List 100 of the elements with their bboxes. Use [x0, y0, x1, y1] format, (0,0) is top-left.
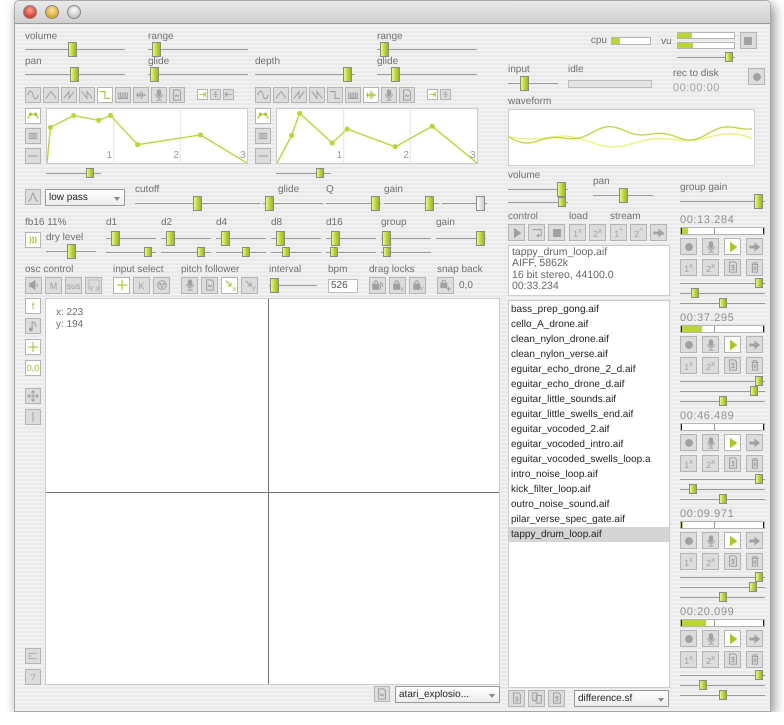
arrow-button[interactable]	[746, 532, 763, 549]
slider-thumb[interactable]	[755, 670, 764, 680]
slider-thumb[interactable]	[718, 396, 726, 406]
slider-thumb[interactable]	[750, 386, 758, 396]
load-button[interactable]: 2$^{x}$	[702, 454, 719, 472]
slider[interactable]	[148, 67, 248, 82]
slider-thumb[interactable]	[86, 168, 94, 178]
record-button[interactable]	[680, 630, 697, 647]
load-button[interactable]: 1$^{x}$	[680, 454, 697, 472]
load-button[interactable]: 1$^{x}$	[569, 224, 586, 241]
file-item[interactable]: clean_nylon_verse.aif	[509, 346, 669, 362]
play-button[interactable]	[724, 434, 741, 451]
microphone-button[interactable]	[151, 87, 167, 103]
preset-dropdown[interactable]: difference.sf	[574, 690, 669, 706]
slider-thumb[interactable]	[70, 67, 79, 82]
slider-thumb[interactable]	[270, 278, 280, 293]
slider[interactable]	[680, 474, 765, 484]
trash-button[interactable]	[746, 258, 763, 276]
bpm-field[interactable]: 526	[328, 278, 358, 292]
mode-button[interactable]: sus	[65, 277, 82, 294]
slider-thumb[interactable]	[718, 298, 726, 308]
slider-thumb[interactable]	[755, 278, 764, 288]
document-squiggle-button[interactable]	[724, 454, 741, 472]
stop-button[interactable]	[740, 32, 757, 49]
slider[interactable]	[381, 231, 431, 246]
slider-thumb[interactable]	[276, 231, 285, 246]
slider-thumb[interactable]	[557, 182, 566, 197]
envelope-button[interactable]	[255, 108, 271, 124]
slider-thumb[interactable]	[343, 67, 352, 82]
play-button[interactable]	[724, 336, 741, 353]
dashed-lines-button[interactable]	[25, 648, 41, 664]
slider-thumb[interactable]	[618, 188, 628, 203]
file-item[interactable]: eguitar_echo_drone_d.aif	[509, 376, 669, 392]
load-button[interactable]: 1$^{x}$	[680, 356, 697, 374]
stop-button[interactable]	[548, 224, 565, 241]
slider[interactable]	[680, 194, 765, 209]
slider[interactable]	[676, 52, 735, 62]
arrow-button[interactable]	[746, 630, 763, 647]
filter-curve-button[interactable]	[25, 189, 41, 205]
slider-thumb[interactable]	[150, 67, 159, 82]
file-item[interactable]: eguitar_vocoded_intro.aif	[509, 436, 669, 452]
record-button[interactable]	[680, 434, 697, 451]
file-item[interactable]: eguitar_little_swells_end.aif	[509, 406, 669, 422]
slider-thumb[interactable]	[196, 247, 205, 257]
xy-pad[interactable]: x: 223 y: 194	[45, 298, 500, 685]
slider-thumb[interactable]	[220, 231, 230, 246]
slider-thumb[interactable]	[754, 194, 764, 209]
square-wave-button[interactable]	[97, 87, 113, 103]
slider-thumb[interactable]	[755, 572, 764, 582]
document-button[interactable]	[201, 276, 218, 294]
slider-thumb[interactable]	[166, 231, 175, 246]
sine-wave-button[interactable]	[25, 87, 41, 103]
record-button[interactable]	[680, 532, 697, 549]
slider-thumb[interactable]	[558, 197, 566, 207]
microphone-button[interactable]	[702, 336, 719, 353]
arrow-button[interactable]	[746, 336, 763, 353]
slider-thumb[interactable]	[68, 42, 77, 57]
slider-thumb[interactable]	[144, 247, 152, 257]
trash-button[interactable]	[746, 356, 763, 374]
slider[interactable]	[263, 196, 323, 211]
slider-thumb[interactable]	[330, 247, 338, 257]
slider-thumb[interactable]	[316, 168, 324, 178]
preset-dropdown[interactable]: low pass	[45, 189, 125, 206]
trash-button[interactable]	[746, 650, 763, 668]
arrow-right-button[interactable]	[197, 89, 208, 100]
microphone-button[interactable]	[702, 532, 719, 549]
slider-thumb[interactable]	[382, 247, 391, 257]
file-item[interactable]: tappy_drum_loop.aif	[509, 526, 669, 542]
slider[interactable]	[680, 572, 765, 582]
triangle-wave-button[interactable]	[43, 87, 59, 103]
record-button[interactable]	[680, 238, 697, 255]
slider-thumb[interactable]	[755, 376, 764, 386]
file-item[interactable]: pilar_verse_spec_gate.aif	[509, 512, 669, 526]
envelope-button[interactable]	[25, 108, 41, 124]
mode-button[interactable]: K	[133, 277, 150, 294]
file-item[interactable]: kick_filter_loop.aif	[509, 482, 669, 496]
slider[interactable]	[508, 182, 568, 197]
file-item[interactable]: intro_noise_loop.aif	[509, 466, 669, 482]
minimize-button[interactable]	[45, 5, 59, 19]
file-item[interactable]: clean_nylon_drone.aif	[509, 332, 669, 346]
slider-thumb[interactable]	[380, 42, 389, 57]
arrow-button[interactable]	[746, 238, 763, 255]
play-button[interactable]	[724, 630, 741, 647]
slider-thumb[interactable]	[193, 196, 202, 211]
slider[interactable]	[436, 231, 486, 246]
sound-waves-button[interactable]	[25, 232, 41, 248]
slider-thumb[interactable]	[264, 196, 274, 211]
divide-button[interactable]	[210, 89, 221, 100]
microphone-button[interactable]	[702, 238, 719, 255]
loop-button[interactable]	[528, 224, 545, 241]
slider-thumb[interactable]	[476, 231, 485, 246]
load-button[interactable]: 2$^{x}$	[702, 650, 719, 668]
triangle-wave-button[interactable]	[273, 87, 289, 103]
trash-button[interactable]	[746, 454, 763, 472]
slider-thumb[interactable]	[725, 52, 734, 62]
slider-thumb[interactable]	[718, 690, 726, 700]
load-button[interactable]: 1$^{^}$	[610, 224, 627, 241]
slider[interactable]	[680, 278, 765, 288]
document-button[interactable]	[169, 87, 185, 103]
microphone-button[interactable]	[381, 87, 397, 103]
